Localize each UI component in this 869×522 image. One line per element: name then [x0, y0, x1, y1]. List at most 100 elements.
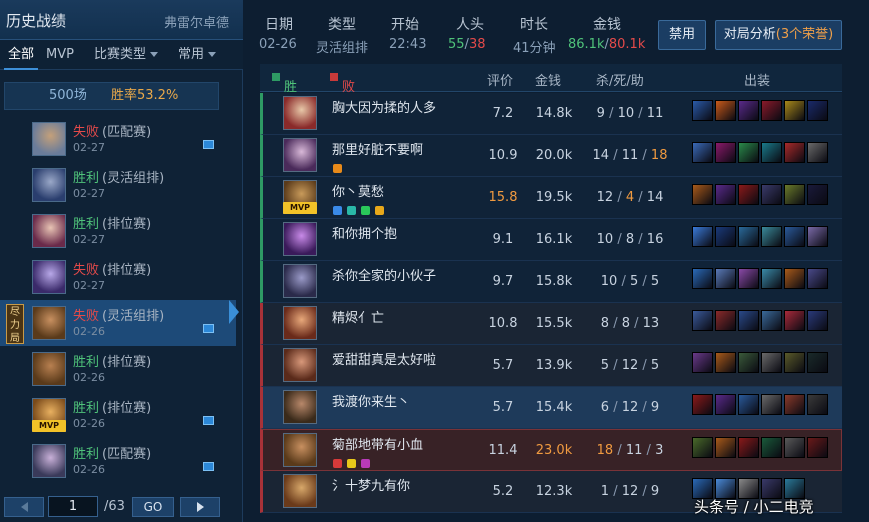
ban-button[interactable]: 禁用: [658, 20, 706, 50]
item-icon[interactable]: [715, 394, 736, 415]
player-name[interactable]: 氵十梦九有你: [332, 475, 410, 494]
player-name[interactable]: 弗雷尔卓德: [164, 12, 229, 31]
player-name[interactable]: 菊部地带有小血: [332, 434, 423, 453]
player-row[interactable]: 和你拥个抱 9.1 16.1k 10 / 8 / 16: [260, 219, 842, 261]
match-list-item[interactable]: 胜利 (灵活组排) 02-27: [0, 162, 236, 208]
item-icon[interactable]: [807, 437, 828, 458]
item-icon[interactable]: [738, 352, 759, 373]
item-icon[interactable]: [807, 352, 828, 373]
item-icon[interactable]: [715, 268, 736, 289]
champion-avatar: [283, 138, 317, 172]
match-list-item[interactable]: MVP 胜利 (排位赛) 02-26: [0, 392, 236, 438]
player-row[interactable]: 我渡你来生丶 5.7 15.4k 6 / 12 / 9: [260, 387, 842, 429]
item-icon[interactable]: [761, 394, 782, 415]
match-type-dropdown[interactable]: 比赛类型: [94, 40, 159, 70]
item-icon[interactable]: [807, 310, 828, 331]
player-name[interactable]: 那里好脏不要啊: [332, 139, 423, 158]
player-row[interactable]: MVP 你丶莫愁 15.8 19.5k 12 / 4 / 14: [260, 177, 842, 219]
common-dropdown[interactable]: 常用: [178, 40, 217, 70]
item-icon[interactable]: [692, 394, 713, 415]
kda-separator: /: [642, 443, 656, 458]
next-page-button[interactable]: [180, 497, 220, 517]
item-icon[interactable]: [692, 437, 713, 458]
item-icon[interactable]: [784, 394, 805, 415]
player-name[interactable]: 你丶莫愁: [332, 181, 384, 200]
item-icon[interactable]: [715, 310, 736, 331]
item-icon[interactable]: [715, 142, 736, 163]
item-icon[interactable]: [738, 437, 759, 458]
player-row[interactable]: 杀你全家的小伙子 9.7 15.8k 10 / 5 / 5: [260, 261, 842, 303]
item-icon[interactable]: [738, 100, 759, 121]
item-icon[interactable]: [738, 142, 759, 163]
item-icon[interactable]: [738, 310, 759, 331]
item-icon[interactable]: [715, 184, 736, 205]
item-icon[interactable]: [784, 226, 805, 247]
item-icon[interactable]: [784, 437, 805, 458]
item-icon[interactable]: [715, 100, 736, 121]
match-list-item[interactable]: 尽力局 失败 (灵活组排) 02-26: [0, 300, 236, 346]
player-name[interactable]: 胸大因为揉的人多: [332, 97, 436, 116]
item-icon[interactable]: [784, 310, 805, 331]
item-icon[interactable]: [807, 394, 828, 415]
item-icon[interactable]: [807, 268, 828, 289]
screenshot-icon[interactable]: [203, 140, 214, 149]
player-row[interactable]: 胸大因为揉的人多 7.2 14.8k 9 / 10 / 11: [260, 93, 842, 135]
player-name[interactable]: 和你拥个抱: [332, 223, 397, 242]
item-icon[interactable]: [761, 352, 782, 373]
item-icon[interactable]: [738, 394, 759, 415]
item-icon[interactable]: [715, 226, 736, 247]
player-name[interactable]: 我渡你来生丶: [332, 391, 410, 410]
item-icon[interactable]: [692, 310, 713, 331]
item-icon[interactable]: [807, 142, 828, 163]
player-name[interactable]: 爱甜甜真是太好啦: [332, 349, 436, 368]
item-icon[interactable]: [807, 226, 828, 247]
player-name[interactable]: 杀你全家的小伙子: [332, 265, 436, 284]
item-icon[interactable]: [761, 226, 782, 247]
item-icon[interactable]: [761, 100, 782, 121]
item-icon[interactable]: [761, 184, 782, 205]
prev-page-button[interactable]: [4, 497, 44, 517]
item-icon[interactable]: [738, 184, 759, 205]
tab-mvp[interactable]: MVP: [46, 40, 74, 70]
item-icon[interactable]: [761, 310, 782, 331]
item-icon[interactable]: [784, 100, 805, 121]
match-list-item[interactable]: 失败 (排位赛) 02-27: [0, 254, 236, 300]
item-icon[interactable]: [692, 100, 713, 121]
item-icon[interactable]: [807, 100, 828, 121]
item-icon[interactable]: [715, 437, 736, 458]
item-icon[interactable]: [784, 352, 805, 373]
match-list-item[interactable]: 胜利 (排位赛) 02-26: [0, 346, 236, 392]
item-icon[interactable]: [692, 352, 713, 373]
item-icon[interactable]: [761, 268, 782, 289]
match-list-item[interactable]: 失败 (匹配赛) 02-27: [0, 116, 236, 162]
page-input[interactable]: 1: [48, 496, 98, 517]
player-row[interactable]: 那里好脏不要啊 10.9 20.0k 14 / 11 / 18: [260, 135, 842, 177]
match-list-item[interactable]: 胜利 (匹配赛) 02-26: [0, 438, 236, 484]
item-icon[interactable]: [692, 226, 713, 247]
item-icon[interactable]: [784, 268, 805, 289]
item-icon[interactable]: [715, 352, 736, 373]
screenshot-icon[interactable]: [203, 416, 214, 425]
item-icon[interactable]: [807, 184, 828, 205]
player-row[interactable]: 菊部地带有小血 11.4 23.0k 18 / 11 / 3: [260, 429, 842, 471]
player-name[interactable]: 精烬亻亡: [332, 307, 384, 326]
item-icon[interactable]: [692, 142, 713, 163]
match-result: 胜利 (排位赛): [73, 351, 151, 370]
item-icon[interactable]: [738, 268, 759, 289]
player-row[interactable]: 爱甜甜真是太好啦 5.7 13.9k 5 / 12 / 5: [260, 345, 842, 387]
analysis-button[interactable]: 对局分析(3个荣誉): [715, 20, 842, 50]
item-icon[interactable]: [738, 226, 759, 247]
screenshot-icon[interactable]: [203, 324, 214, 333]
kda-d: 8: [621, 316, 630, 331]
item-icon[interactable]: [784, 184, 805, 205]
item-icon[interactable]: [761, 437, 782, 458]
tab-all[interactable]: 全部: [4, 40, 39, 70]
item-icon[interactable]: [692, 268, 713, 289]
item-icon[interactable]: [761, 142, 782, 163]
item-icon[interactable]: [692, 184, 713, 205]
player-row[interactable]: 精烬亻亡 10.8 15.5k 8 / 8 / 13: [260, 303, 842, 345]
item-icon[interactable]: [784, 142, 805, 163]
match-list-item[interactable]: 胜利 (排位赛) 02-27: [0, 208, 236, 254]
screenshot-icon[interactable]: [203, 462, 214, 471]
go-button[interactable]: GO: [132, 497, 174, 517]
